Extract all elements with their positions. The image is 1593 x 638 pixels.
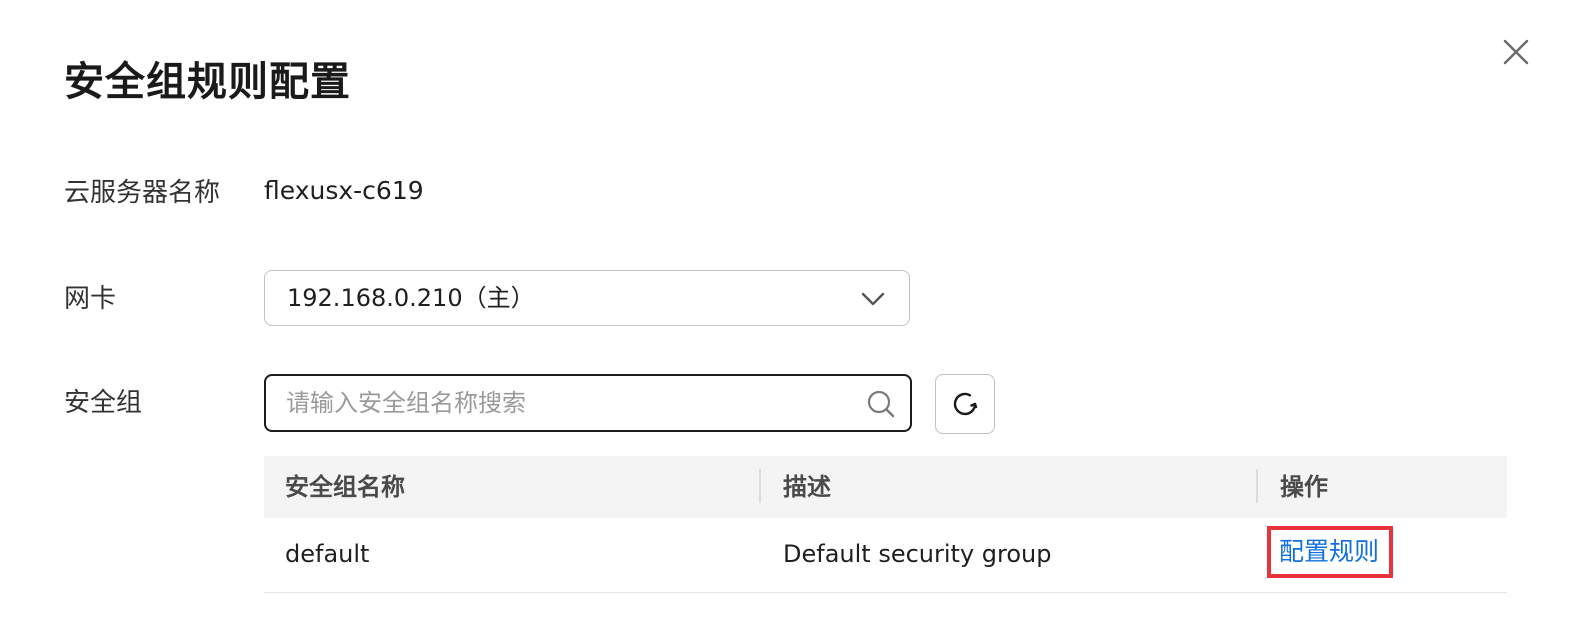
column-header-action: 操作 — [1280, 473, 1328, 501]
column-header-name: 安全组名称 — [285, 473, 405, 501]
security-group-search — [264, 374, 912, 432]
server-name-label: 云服务器名称 — [64, 178, 221, 208]
cell-description: Default security group — [783, 540, 1052, 568]
chevron-down-icon — [861, 292, 885, 306]
close-icon — [1503, 39, 1529, 65]
configure-rules-label: 配置规则 — [1279, 537, 1380, 566]
column-header-description: 描述 — [783, 473, 831, 501]
nic-label: 网卡 — [64, 284, 117, 314]
nic-select[interactable]: 192.168.0.210（主） — [264, 270, 910, 326]
search-icon[interactable] — [866, 389, 896, 419]
security-group-table: 安全组名称 描述 操作 default Default security gro… — [264, 456, 1507, 593]
refresh-button[interactable] — [935, 374, 995, 434]
server-name-value: flexusx-c619 — [264, 176, 424, 205]
table-header: 安全组名称 描述 操作 — [264, 456, 1507, 518]
cell-security-group-name: default — [285, 540, 370, 568]
column-divider — [1256, 469, 1258, 503]
close-button[interactable] — [1498, 34, 1534, 70]
column-divider — [759, 469, 761, 503]
dialog-title: 安全组规则配置 — [64, 59, 351, 105]
security-group-label: 安全组 — [64, 388, 143, 418]
configure-rules-link[interactable]: 配置规则 — [1267, 526, 1393, 578]
search-input[interactable] — [286, 376, 846, 430]
nic-selected-value: 192.168.0.210（主） — [287, 284, 535, 312]
security-group-rules-dialog: 安全组规则配置 云服务器名称 flexusx-c619 网卡 192.168.0… — [0, 0, 1593, 638]
refresh-icon — [953, 392, 978, 416]
